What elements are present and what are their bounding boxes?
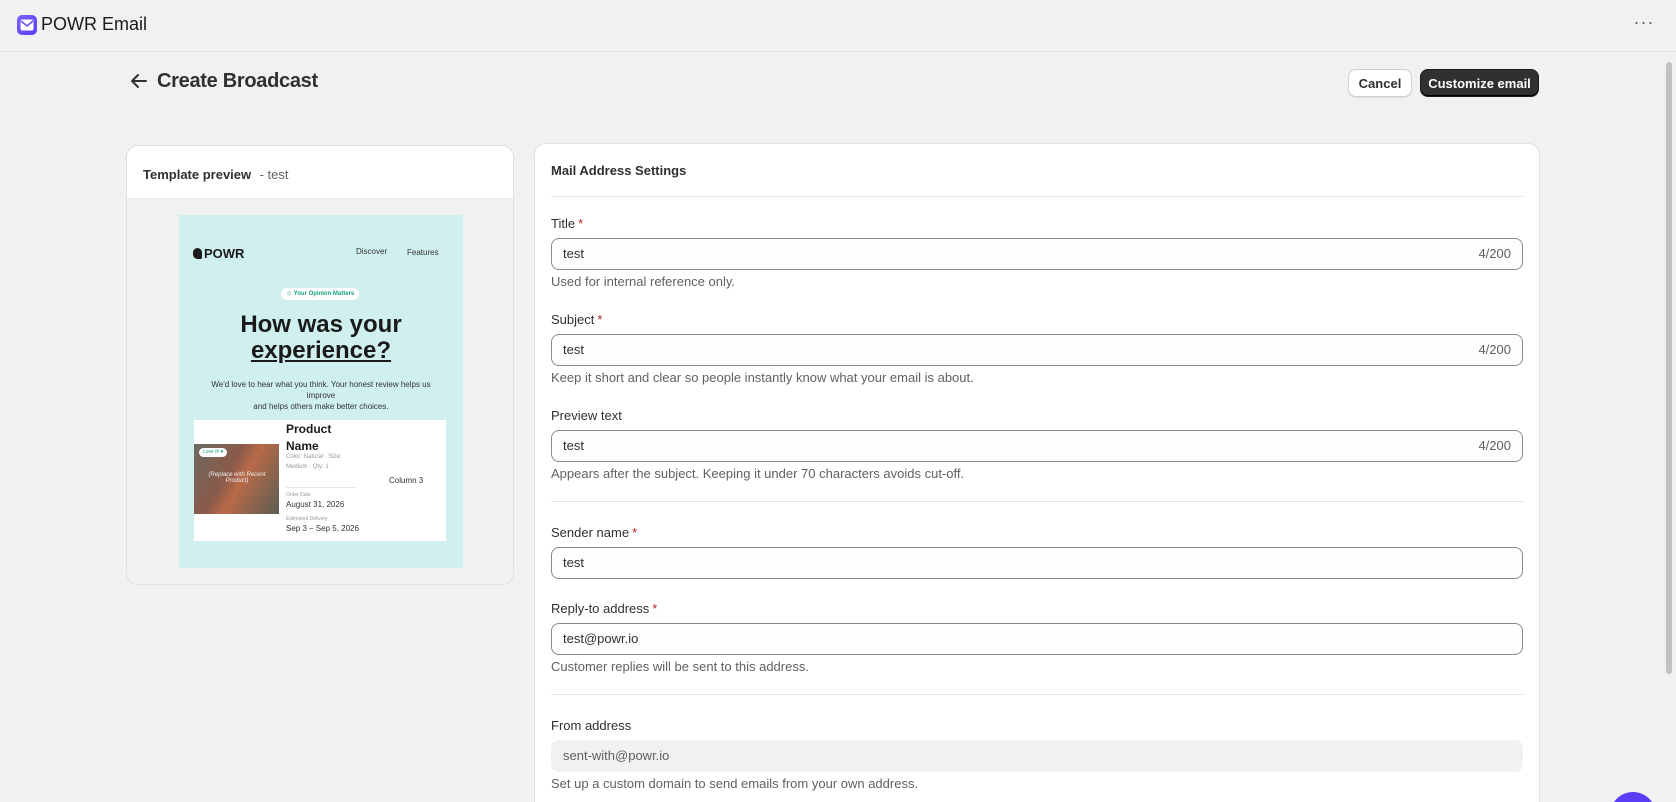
title-label: Title * xyxy=(551,216,584,231)
email-product-card: Love it! ♥ (Replace with Recent Product)… xyxy=(194,420,446,541)
divider xyxy=(551,196,1523,197)
sender-name-input[interactable]: test xyxy=(551,547,1523,579)
back-arrow-icon[interactable] xyxy=(128,70,150,92)
product-badge: Love it! ♥ xyxy=(199,448,228,457)
subject-input[interactable]: test 4/200 xyxy=(551,334,1523,366)
subject-char-counter: 4/200 xyxy=(1478,342,1511,357)
reply-to-input-value: test@powr.io xyxy=(563,631,639,646)
product-name: Product xyxy=(286,422,332,436)
email-nav-features: Features xyxy=(407,248,439,257)
app-title: POWR Email xyxy=(41,14,148,34)
product-meta: Color: Natural · Size: xyxy=(286,454,342,460)
email-preview: POWR Discover Features ☺ Your Opinion Ma… xyxy=(179,215,463,568)
top-bar: POWR Email ··· xyxy=(0,0,1676,52)
subject-help-text: Keep it short and clear so people instan… xyxy=(551,370,974,385)
order-date-label: Order Date xyxy=(286,492,311,498)
customize-email-button[interactable]: Customize email xyxy=(1420,69,1539,97)
template-name: - test xyxy=(259,167,289,182)
preview-text-char-counter: 4/200 xyxy=(1478,438,1511,453)
reply-to-help-text: Customer replies will be sent to this ad… xyxy=(551,659,809,674)
from-address-label: From address xyxy=(551,718,632,733)
preview-text-label: Preview text xyxy=(551,408,622,423)
from-address-input-value: sent-with@powr.io xyxy=(563,748,670,763)
preview-text-input[interactable]: test 4/200 xyxy=(551,430,1523,462)
email-heading-line2: experience? xyxy=(250,337,392,364)
email-logo: POWR xyxy=(193,246,244,261)
mail-settings-card: Mail Address Settings Title * test 4/200 … xyxy=(534,143,1540,802)
delivery-value: Sep 3 – Sep 5, 2026 xyxy=(286,524,359,533)
email-pill-badge: ☺ Your Opinion Matters xyxy=(281,288,360,300)
cancel-button[interactable]: Cancel xyxy=(1348,69,1412,97)
page-scrollbar[interactable] xyxy=(1666,62,1672,674)
title-input[interactable]: test 4/200 xyxy=(551,238,1523,270)
email-heading-line1: How was your xyxy=(240,311,402,338)
subject-input-value: test xyxy=(563,342,584,357)
title-char-counter: 4/200 xyxy=(1478,246,1511,261)
order-date-value: August 31, 2026 xyxy=(286,500,345,509)
title-input-value: test xyxy=(563,246,584,261)
divider xyxy=(551,694,1523,695)
settings-title: Mail Address Settings xyxy=(551,163,687,178)
chat-launcher-button[interactable] xyxy=(1610,792,1656,802)
powr-logo-icon xyxy=(193,248,202,259)
column-3-label: Column 3 xyxy=(389,476,424,485)
sender-name-label: Sender name * xyxy=(551,525,638,540)
subject-label: Subject * xyxy=(551,312,603,327)
sender-name-input-value: test xyxy=(563,555,584,570)
reply-to-label: Reply-to address * xyxy=(551,601,658,616)
more-options-icon[interactable]: ··· xyxy=(1630,13,1658,36)
preview-text-input-value: test xyxy=(563,438,584,453)
email-nav-discover: Discover xyxy=(356,247,388,256)
app-logo-icon xyxy=(17,15,37,35)
product-name-line2: Name xyxy=(286,439,319,453)
reply-to-input[interactable]: test@powr.io xyxy=(551,623,1523,655)
product-image: Love it! ♥ (Replace with Recent Product) xyxy=(194,444,279,514)
product-image-caption: (Replace with Recent Product) xyxy=(208,472,266,484)
from-address-input: sent-with@powr.io xyxy=(551,740,1523,772)
preview-text-help-text: Appears after the subject. Keeping it un… xyxy=(551,466,965,481)
email-body-copy: We'd love to hear what you think. Your h… xyxy=(211,380,431,411)
template-preview-card: Template preview - test POWR Discover Fe… xyxy=(126,145,514,585)
template-preview-header: Template preview - test xyxy=(127,146,513,199)
from-address-help-text: Set up a custom domain to send emails fr… xyxy=(551,776,919,791)
template-preview-body: POWR Discover Features ☺ Your Opinion Ma… xyxy=(127,199,513,584)
title-help-text: Used for internal reference only. xyxy=(551,274,736,289)
template-preview-label: Template preview xyxy=(143,167,252,182)
divider xyxy=(551,501,1523,502)
product-meta-line2: Medium · Qty: 1 xyxy=(286,464,329,470)
product-divider xyxy=(286,487,356,488)
page-title: Create Broadcast xyxy=(157,70,318,92)
delivery-label: Estimated Delivery xyxy=(286,516,328,522)
